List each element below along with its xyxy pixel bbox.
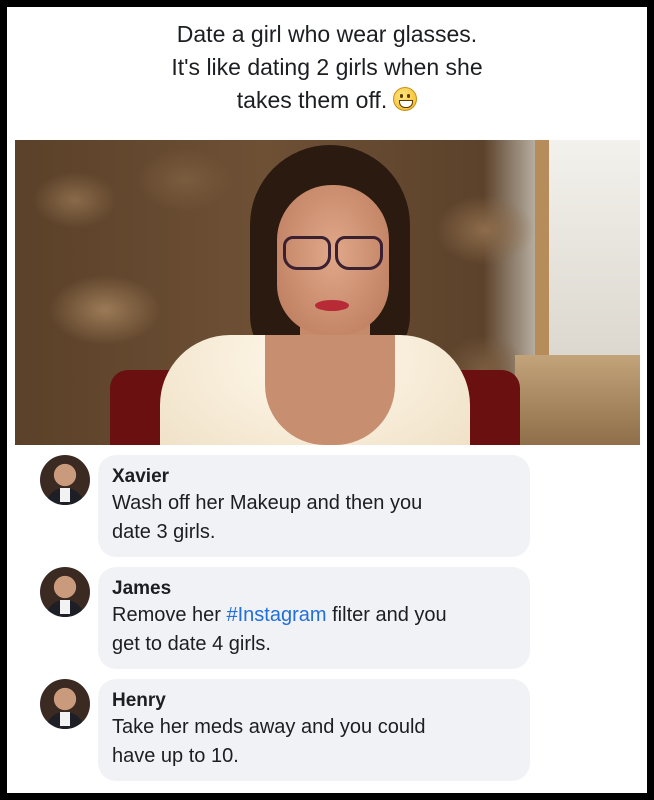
comment-text-line-1: Wash off her Makeup and then you (112, 492, 423, 514)
photo-window (535, 140, 640, 355)
caption-line-3-text: takes them off. (236, 87, 388, 113)
comment-text-line-2: have up to 10. (112, 745, 239, 767)
photo-lips (315, 300, 349, 311)
photo-chest (265, 335, 395, 445)
avatar[interactable] (40, 567, 90, 617)
comment-bubble: James Remove her #Instagram filter and y… (98, 567, 530, 669)
photo-fireplace (515, 355, 640, 445)
post-caption: Date a girl who wear glasses. It's like … (0, 18, 654, 117)
post-photo[interactable] (15, 140, 640, 445)
comment-text-pre: Remove her (112, 604, 227, 626)
comment-bubble: Henry Take her meds away and you could h… (98, 679, 530, 781)
comment-bubble: Xavier Wash off her Makeup and then you … (98, 455, 530, 557)
comment-text-line-2: date 3 girls. (112, 521, 216, 543)
comment-author[interactable]: James (112, 577, 514, 601)
caption-line-1: Date a girl who wear glasses. (176, 21, 478, 47)
caption-line-2: It's like dating 2 girls when she (171, 54, 483, 80)
grinning-face-icon (393, 87, 418, 111)
comment-text-line-2: get to date 4 girls. (112, 633, 271, 655)
comment-text-post: filter and you (326, 604, 447, 626)
caption-line-3: takes them off. (0, 84, 654, 117)
hashtag-link[interactable]: #Instagram (227, 604, 327, 626)
comment-author[interactable]: Henry (112, 689, 514, 713)
comment-text-line-1: Remove her #Instagram filter and you (112, 601, 514, 630)
comment-text-line-1: Take her meds away and you could (112, 716, 426, 738)
comment-author[interactable]: Xavier (112, 465, 514, 489)
avatar[interactable] (40, 679, 90, 729)
glasses-icon (283, 236, 383, 270)
avatar[interactable] (40, 455, 90, 505)
